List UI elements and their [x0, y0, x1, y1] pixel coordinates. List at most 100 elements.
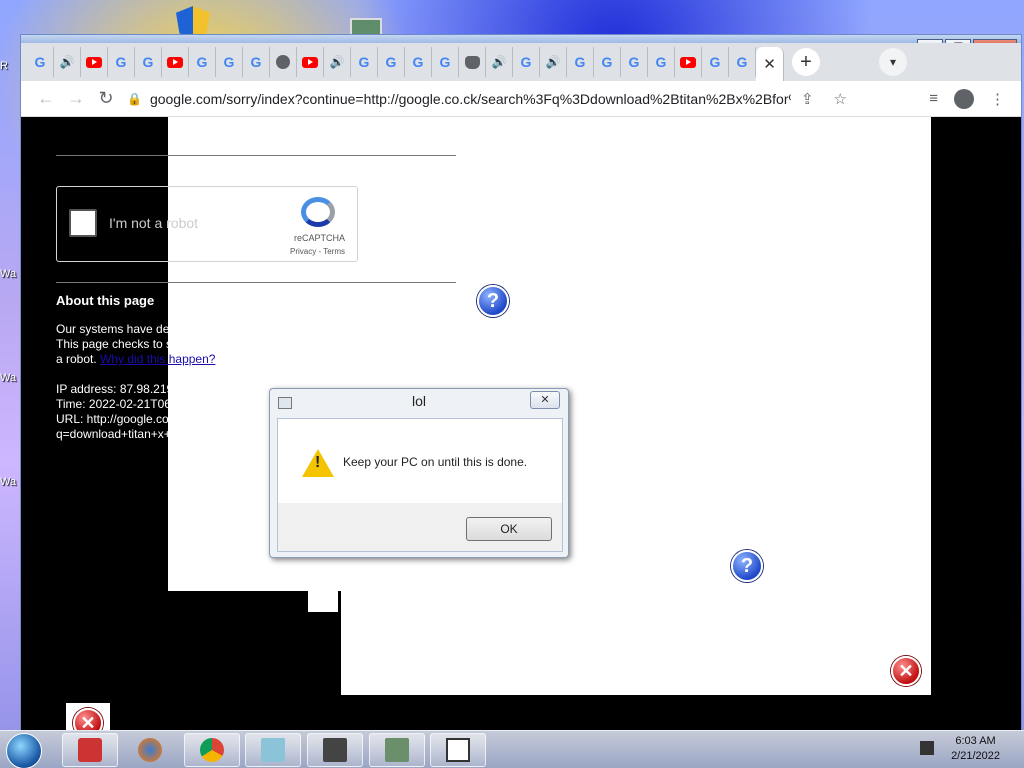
recaptcha-label: I'm not a robot — [109, 215, 199, 231]
taskbar-app-printer[interactable] — [62, 733, 118, 767]
taskbar-app-window[interactable] — [430, 733, 486, 767]
tab-strip: G 🔊 G G G G G 🔊 G G G G 🔊 G 🔊 G G G G G G ✕ + ▾ — [21, 43, 1021, 81]
tab[interactable] — [675, 47, 702, 77]
taskbar-app-firefox[interactable] — [122, 733, 178, 767]
speaker-icon: 🔊 — [329, 55, 345, 69]
google-g-icon: G — [250, 54, 262, 70]
desktop-icon-label[interactable]: Wa — [0, 372, 16, 384]
tab-search-chevron-icon[interactable]: ▾ — [879, 48, 907, 76]
taskbar-app-program[interactable] — [307, 733, 363, 767]
tab[interactable]: G — [405, 47, 432, 77]
divider — [56, 282, 456, 283]
shield-icon[interactable] — [308, 586, 338, 612]
recaptcha-brand: reCAPTCHA — [293, 233, 345, 243]
message-dialog: lol ✕ ! Keep your PC on until this is do… — [269, 388, 569, 558]
google-g-icon: G — [439, 54, 451, 70]
share-icon[interactable]: ⇪ — [801, 90, 814, 108]
url-text[interactable]: google.com/sorry/index?continue=http://g… — [150, 91, 791, 107]
google-g-icon: G — [736, 54, 748, 70]
browser-toolbar: ← → ↻ 🔒 google.com/sorry/index?continue=… — [21, 81, 1021, 117]
start-button[interactable] — [6, 733, 42, 768]
tab[interactable]: G — [432, 47, 459, 77]
tab[interactable] — [297, 47, 324, 77]
tab[interactable]: 🔊 — [324, 47, 351, 77]
clock-date: 2/21/2022 — [951, 750, 1000, 762]
error-x-icon[interactable]: ✕ — [891, 656, 921, 686]
tab[interactable] — [270, 47, 297, 77]
dialog-close-button[interactable]: ✕ — [530, 391, 560, 409]
taskbar-app-tool[interactable] — [369, 733, 425, 767]
window-titlebar[interactable] — [21, 35, 1021, 43]
tab[interactable]: G — [621, 47, 648, 77]
tab[interactable]: G — [216, 47, 243, 77]
ok-button[interactable]: OK — [466, 517, 552, 541]
google-g-icon: G — [223, 54, 235, 70]
taskbar-app-notepad[interactable] — [245, 733, 301, 767]
about-heading: About this page — [56, 293, 155, 308]
address-bar[interactable]: 🔒 google.com/sorry/index?continue=http:/… — [127, 84, 847, 113]
tab[interactable]: G — [108, 47, 135, 77]
tab[interactable] — [162, 47, 189, 77]
reload-icon[interactable]: ↻ — [91, 88, 121, 109]
google-g-icon: G — [628, 54, 640, 70]
taskbar-app-chrome[interactable] — [184, 733, 240, 767]
tab[interactable] — [81, 47, 108, 77]
notepad-icon — [261, 738, 285, 762]
globe-icon — [276, 55, 290, 69]
tab[interactable]: G — [378, 47, 405, 77]
youtube-icon — [680, 56, 696, 68]
tab[interactable]: 🔊 — [54, 47, 81, 77]
back-arrow-icon[interactable]: ← — [31, 88, 61, 109]
forward-arrow-icon[interactable]: → — [61, 88, 91, 109]
tab[interactable]: G — [27, 47, 54, 77]
system-clock[interactable]: 6:03 AM 2/21/2022 — [951, 734, 1000, 764]
tab[interactable]: G — [189, 47, 216, 77]
firefox-icon — [138, 738, 162, 762]
google-g-icon: G — [34, 54, 46, 70]
google-g-icon: G — [574, 54, 586, 70]
desktop-icon-label[interactable]: R — [0, 60, 8, 72]
tab[interactable]: G — [594, 47, 621, 77]
tab[interactable]: G — [648, 47, 675, 77]
tab[interactable]: G — [702, 47, 729, 77]
desktop-icon-label[interactable]: Wa — [0, 268, 16, 280]
menu-kebab-icon[interactable]: ⋮ — [990, 90, 1005, 108]
bookmark-star-icon[interactable]: ☆ — [834, 90, 847, 108]
tab[interactable]: G — [567, 47, 594, 77]
taskbar: 6:03 AM 2/21/2022 — [0, 730, 1024, 768]
speaker-icon: 🔊 — [59, 55, 75, 69]
tab[interactable]: 🔊 — [540, 47, 567, 77]
tab[interactable]: G — [243, 47, 270, 77]
google-g-icon: G — [142, 54, 154, 70]
lock-icon[interactable]: 🔒 — [127, 92, 142, 106]
tab[interactable]: 🔊 — [486, 47, 513, 77]
profile-avatar-icon[interactable] — [954, 88, 974, 109]
desktop-icon-label[interactable]: Wa — [0, 476, 16, 488]
recaptcha-checkbox[interactable] — [69, 209, 97, 237]
media-control-icon[interactable]: ≡ — [929, 90, 938, 107]
google-g-icon: G — [601, 54, 613, 70]
dialog-message: Keep your PC on until this is done. — [343, 455, 528, 469]
help-question-icon[interactable]: ? — [731, 550, 763, 582]
tab[interactable]: G — [513, 47, 540, 77]
google-g-icon: G — [520, 54, 532, 70]
close-tab-icon[interactable]: ✕ — [763, 55, 776, 73]
tab[interactable] — [459, 47, 486, 77]
new-tab-button[interactable]: + — [792, 48, 820, 76]
google-g-icon: G — [412, 54, 424, 70]
youtube-icon — [86, 56, 102, 68]
recaptcha-privacy-terms-links[interactable]: Privacy - Terms — [290, 247, 345, 256]
cat-icon — [464, 55, 480, 69]
tab[interactable]: G — [729, 47, 756, 77]
tool-icon — [385, 738, 409, 762]
google-g-icon: G — [709, 54, 721, 70]
chrome-icon — [200, 738, 224, 762]
tab-active[interactable]: ✕ — [756, 47, 784, 81]
help-question-icon[interactable]: ? — [477, 285, 509, 317]
url-query-line: q=download+titan+x+for+free&safe=a — [56, 427, 257, 441]
network-icon[interactable] — [920, 741, 934, 755]
tab[interactable]: G — [351, 47, 378, 77]
why-did-this-happen-link[interactable]: Why did this happen? — [100, 352, 215, 366]
tab[interactable]: G — [135, 47, 162, 77]
chrome-window: — ❐ ✕ G🔊GGGGG🔊GGGG🔊G🔊GGGGGG ✕ + ▾ ← → ↻ … — [20, 34, 1022, 735]
